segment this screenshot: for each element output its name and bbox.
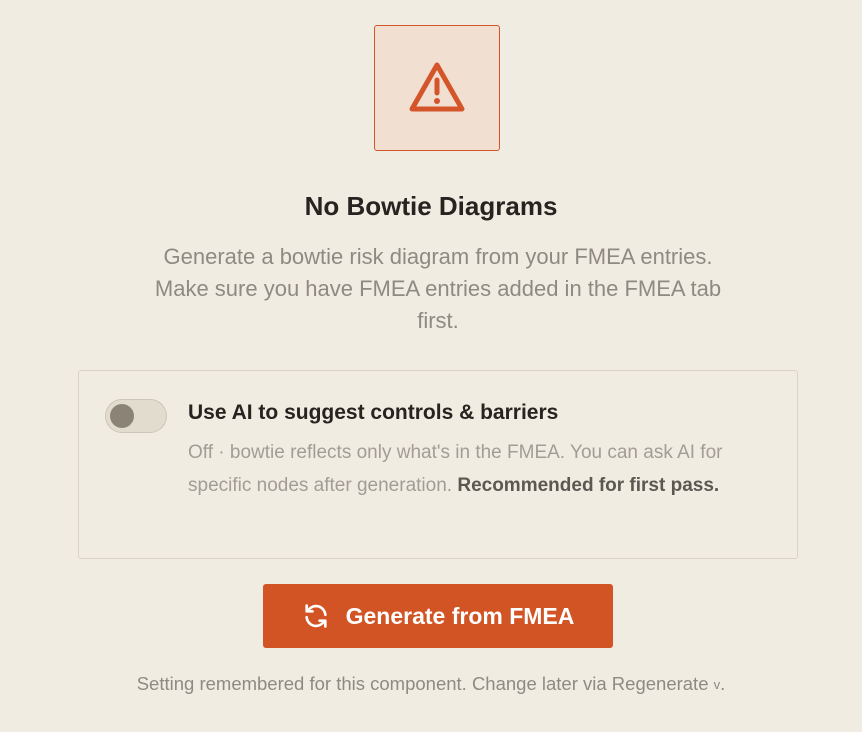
warning-triangle-icon xyxy=(409,62,465,112)
ai-option-description: Off · bowtie reflects only what's in the… xyxy=(188,437,768,502)
warning-icon-box xyxy=(374,25,500,151)
generate-from-fmea-button[interactable]: Generate from FMEA xyxy=(263,584,613,648)
ai-suggest-toggle[interactable] xyxy=(105,399,167,433)
footer-note: Setting remembered for this component. C… xyxy=(0,670,862,699)
ai-suggestion-panel: Use AI to suggest controls & barriers Of… xyxy=(78,370,798,559)
ai-option-heading: Use AI to suggest controls & barriers xyxy=(188,401,559,424)
empty-state-description: Generate a bowtie risk diagram from your… xyxy=(154,244,722,333)
ai-option-recommendation: Recommended for first pass. xyxy=(457,474,720,496)
refresh-icon xyxy=(304,604,327,628)
generate-button-label: Generate from FMEA xyxy=(345,602,575,629)
empty-state-title: No Bowtie Diagrams xyxy=(304,191,558,221)
footer-note-end: . xyxy=(720,673,726,694)
toggle-knob xyxy=(110,404,134,428)
footer-note-text: Setting remembered for this component. C… xyxy=(136,673,709,694)
